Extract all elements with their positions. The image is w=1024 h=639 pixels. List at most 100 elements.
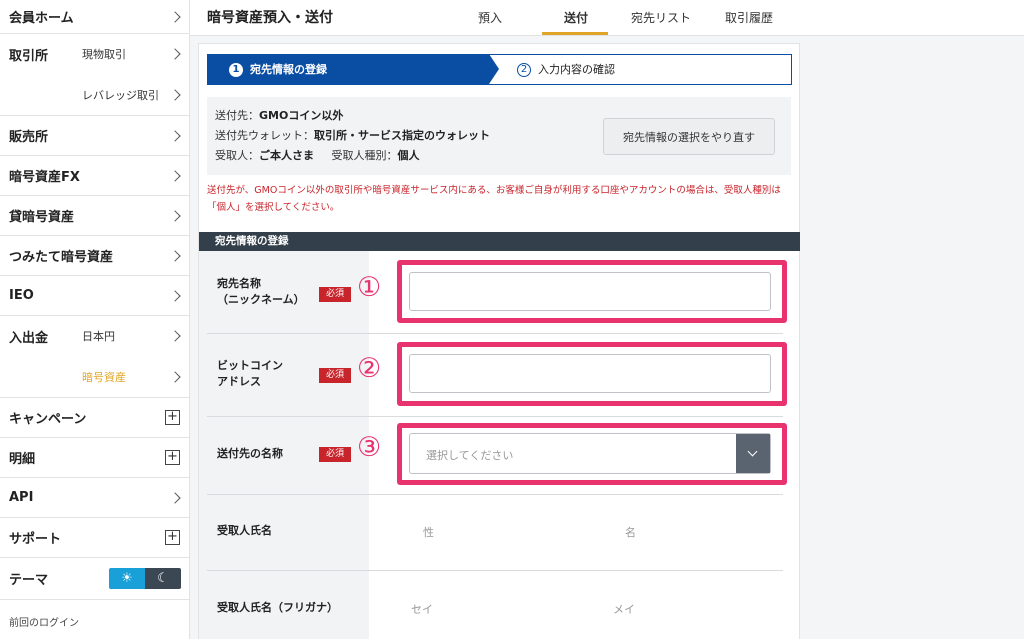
- chevron-right-icon: [169, 289, 181, 302]
- chevron-right-icon: [169, 209, 181, 222]
- destination-name-label: 送付先の名称: [217, 446, 283, 462]
- sidebar-item-member-home[interactable]: 会員ホーム: [0, 0, 189, 34]
- destination-line: 送付先：GMOコイン以外: [215, 107, 343, 123]
- chevron-right-icon: [169, 88, 181, 101]
- destination-info: 送付先：GMOコイン以外 送付先ウォレット：取引所・サービス指定のウォレット 受…: [207, 97, 791, 175]
- tab-address-list[interactable]: 宛先リスト: [631, 9, 691, 26]
- plus-icon[interactable]: +: [165, 450, 180, 465]
- info-label: 受取人種別：: [331, 149, 398, 162]
- sidebar-item-label: IEO: [9, 288, 34, 303]
- sidebar-item-sales[interactable]: 販売所: [0, 116, 189, 156]
- sidebar-item-statements[interactable]: 明細 +: [0, 438, 189, 478]
- warning-text: 送付先が、GMOコイン以外の取引所や暗号資産サービス内にある、お客様ご自身が利用…: [207, 185, 781, 213]
- sidebar-item-label: 貸暗号資産: [9, 210, 75, 225]
- sidebar-item-campaign[interactable]: キャンペーン +: [0, 398, 189, 438]
- reselect-destination-button[interactable]: 宛先情報の選択をやり直す: [603, 118, 775, 155]
- row-divider: [207, 570, 783, 571]
- sidebar-item-label: サポート: [9, 532, 62, 547]
- sidebar-item-lending[interactable]: 貸暗号資産: [0, 196, 189, 236]
- sidebar-item-theme: テーマ ☀ ☾: [0, 558, 189, 600]
- step-label: 入力内容の確認: [538, 63, 615, 76]
- plus-icon[interactable]: +: [165, 410, 180, 425]
- row-divider: [207, 416, 783, 417]
- sidebar-subitem-crypto[interactable]: 暗号資産: [0, 356, 189, 398]
- last-name-kana-field[interactable]: セイ: [411, 601, 433, 617]
- page-header: 暗号資産預入・送付 預入 送付 宛先リスト 取引履歴: [190, 0, 1024, 36]
- step-number: 2: [517, 63, 531, 77]
- chevron-right-icon: [169, 491, 181, 504]
- sidebar-subitem-label: 暗号資産: [82, 370, 126, 384]
- wallet-line: 送付先ウォレット：取引所・サービス指定のウォレット: [215, 127, 490, 143]
- plus-icon[interactable]: +: [165, 530, 180, 545]
- sidebar-subitem-leverage[interactable]: レバレッジ取引: [0, 74, 189, 116]
- info-value: ご本人さま: [259, 149, 314, 162]
- sun-icon[interactable]: ☀: [109, 568, 145, 589]
- sidebar-subitem-label: レバレッジ取引: [82, 88, 159, 102]
- tab-history[interactable]: 取引履歴: [725, 9, 773, 26]
- destination-name-select[interactable]: 選択してください: [409, 433, 771, 474]
- sidebar-subitem-jpy[interactable]: 日本円: [82, 328, 115, 344]
- chevron-right-icon: [169, 10, 181, 23]
- tab-send[interactable]: 送付: [564, 9, 588, 26]
- sidebar-item-label: 暗号資産FX: [9, 170, 80, 185]
- row-divider: [207, 494, 783, 495]
- nickname-label: 宛先名称 （ニックネーム）: [217, 276, 305, 308]
- page-title: 暗号資産預入・送付: [207, 10, 333, 26]
- moon-icon[interactable]: ☾: [145, 568, 181, 589]
- select-placeholder: 選択してください: [426, 449, 514, 462]
- chevron-right-icon: [169, 48, 181, 60]
- required-badge: 必須: [319, 368, 351, 383]
- sidebar-item-ieo[interactable]: IEO: [0, 276, 189, 316]
- recipient-line: 受取人：ご本人さま 受取人種別：個人: [215, 147, 420, 163]
- step-1: 1 宛先情報の登録: [207, 54, 489, 85]
- sidebar-item-label: 入出金: [9, 330, 49, 346]
- marker-1: ①: [357, 272, 382, 303]
- active-tab-underline: [542, 32, 608, 35]
- btc-address-label: ビットコイン アドレス: [217, 358, 283, 390]
- info-label: 受取人：: [215, 149, 259, 162]
- sidebar-item-accumulation[interactable]: つみたて暗号資産: [0, 236, 189, 276]
- chevron-right-icon: [169, 249, 181, 262]
- sidebar-item-deposit-withdraw[interactable]: 入出金 日本円: [0, 316, 189, 356]
- chevron-down-icon[interactable]: [736, 434, 770, 473]
- sidebar-item-label: テーマ: [9, 573, 49, 588]
- chevron-right-icon: [169, 129, 181, 142]
- chevron-right-icon: [169, 370, 181, 383]
- section-title: 宛先情報の登録: [199, 232, 800, 251]
- last-name-field[interactable]: 性: [423, 524, 434, 540]
- sidebar-item-crypto-fx[interactable]: 暗号資産FX: [0, 156, 189, 196]
- recipient-name-label: 受取人氏名: [217, 524, 272, 537]
- recipient-kana-label: 受取人氏名（フリガナ）: [217, 601, 338, 614]
- step-number: 1: [229, 63, 243, 77]
- sidebar: 会員ホーム 取引所 現物取引 レバレッジ取引 販売所 暗号資産FX 貸暗号資産 …: [0, 0, 190, 639]
- chevron-right-icon: [169, 330, 181, 342]
- step-arrow: [489, 54, 499, 84]
- btc-address-input[interactable]: [409, 354, 771, 393]
- first-name-kana-field[interactable]: メイ: [613, 601, 635, 617]
- theme-toggle[interactable]: ☀ ☾: [109, 568, 181, 589]
- info-value: GMOコイン以外: [259, 109, 344, 122]
- info-value: 取引所・サービス指定のウォレット: [314, 129, 490, 142]
- sidebar-item-api[interactable]: API: [0, 478, 189, 518]
- chevron-right-icon: [169, 169, 181, 182]
- marker-3: ③: [357, 432, 382, 463]
- marker-2: ②: [357, 353, 382, 384]
- field-label-line: 送付先の名称: [217, 447, 283, 460]
- main-panel: 1 宛先情報の登録 2 入力内容の確認 送付先：GMOコイン以外 送付先ウォレット：…: [198, 43, 800, 639]
- field-label-line: ビットコイン: [217, 359, 283, 372]
- info-label: 送付先：: [215, 109, 259, 122]
- sidebar-item-label: 販売所: [9, 130, 49, 145]
- first-name-field[interactable]: 名: [625, 524, 636, 540]
- required-badge: 必須: [319, 287, 351, 302]
- tab-deposit[interactable]: 預入: [478, 9, 502, 26]
- sidebar-item-label: つみたて暗号資産: [9, 250, 114, 265]
- sidebar-item-exchange[interactable]: 取引所 現物取引: [0, 34, 189, 74]
- step-2: 2 入力内容の確認: [489, 54, 792, 85]
- row-divider: [207, 333, 783, 334]
- sidebar-item-label: 明細: [9, 452, 36, 467]
- nickname-input[interactable]: [409, 272, 771, 311]
- info-value: 個人: [397, 149, 420, 162]
- sidebar-item-support[interactable]: サポート +: [0, 518, 189, 558]
- sidebar-subitem-spot[interactable]: 現物取引: [82, 46, 126, 62]
- info-label: 送付先ウォレット：: [215, 129, 314, 142]
